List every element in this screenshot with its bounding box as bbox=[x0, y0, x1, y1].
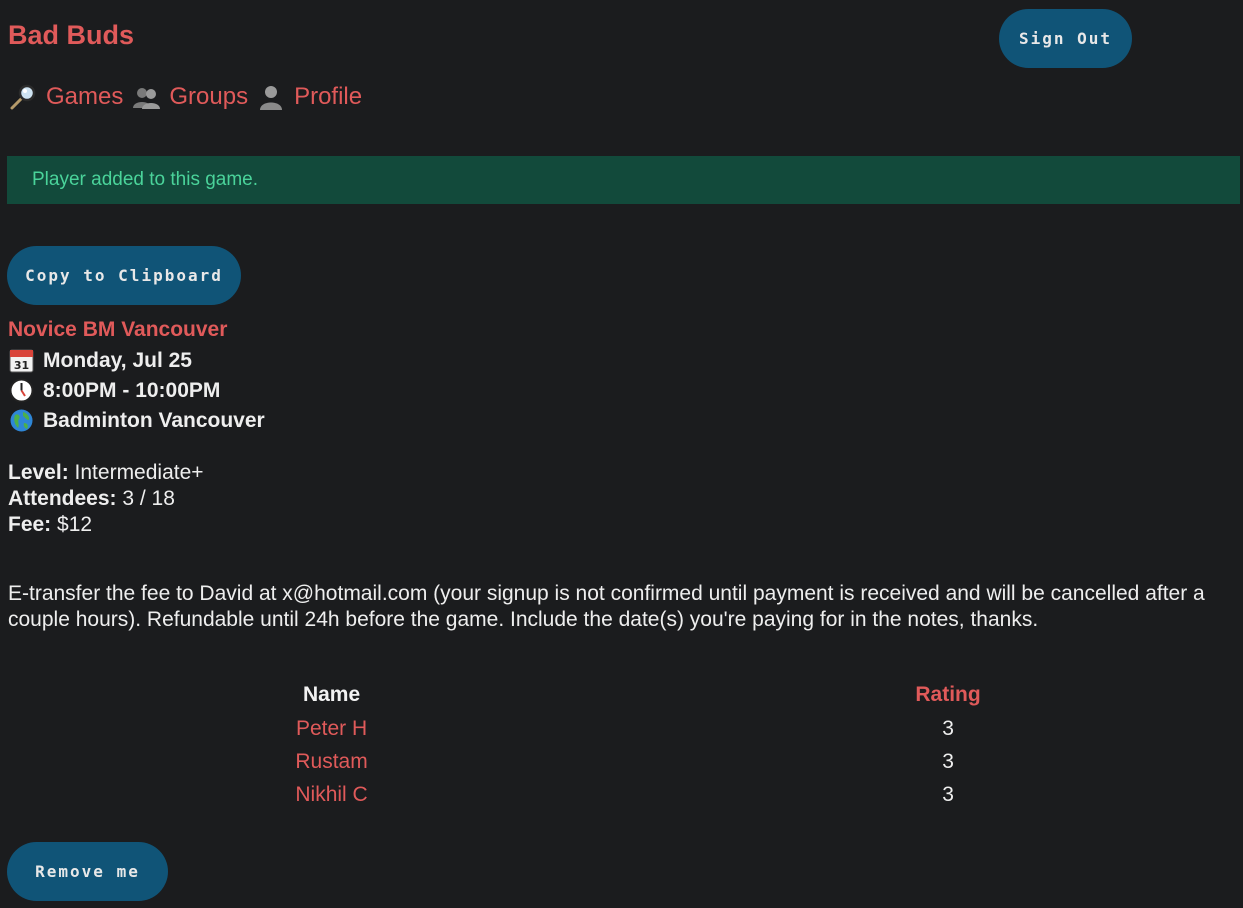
level-value: Intermediate+ bbox=[74, 461, 204, 484]
clock-icon bbox=[8, 377, 35, 404]
player-rating: 3 bbox=[942, 749, 954, 773]
magnifier-icon bbox=[8, 82, 38, 112]
sign-out-button[interactable]: Sign Out bbox=[999, 9, 1132, 68]
attendees-value: 3 / 18 bbox=[122, 487, 175, 510]
attendees-line: Attendees: 3 / 18 bbox=[8, 486, 204, 512]
player-name-link[interactable]: Peter H bbox=[8, 712, 655, 745]
fee-line: Fee: $12 bbox=[8, 512, 204, 538]
player-rating: 3 bbox=[942, 782, 954, 806]
person-icon bbox=[256, 82, 286, 112]
game-date-row: 31 Monday, Jul 25 bbox=[8, 347, 192, 374]
fee-label: Fee: bbox=[8, 513, 52, 536]
game-title: Novice BM Vancouver bbox=[8, 318, 228, 341]
nav-link-games[interactable]: Games bbox=[46, 83, 123, 111]
nav-link-groups[interactable]: Groups bbox=[169, 83, 248, 111]
name-column-header[interactable]: Name bbox=[8, 678, 655, 712]
attendees-label: Attendees: bbox=[8, 487, 117, 510]
payment-notes: E-transfer the fee to David at x@hotmail… bbox=[8, 582, 1205, 631]
page: Bad Buds Sign Out Games Groups Profile P… bbox=[0, 0, 1243, 908]
roster-header-row: Name Rating bbox=[8, 678, 1241, 712]
fee-value: $12 bbox=[57, 513, 93, 536]
copy-to-clipboard-button[interactable]: Copy to Clipboard bbox=[7, 246, 241, 305]
main-nav: Games Groups Profile bbox=[8, 82, 362, 112]
success-alert: Player added to this game. bbox=[7, 156, 1240, 204]
remove-me-button[interactable]: Remove me bbox=[7, 842, 168, 901]
table-row: Peter H 3 bbox=[8, 712, 1241, 745]
game-location-row: Badminton Vancouver bbox=[8, 407, 265, 434]
level-line: Level: Intermediate+ bbox=[8, 460, 204, 486]
people-icon bbox=[131, 82, 161, 112]
roster-table: Name Rating Peter H 3 Rustam 3 Nikhil C … bbox=[8, 678, 1241, 811]
game-time: 8:00PM - 10:00PM bbox=[43, 378, 221, 402]
app-title[interactable]: Bad Buds bbox=[8, 20, 134, 51]
globe-icon bbox=[8, 407, 35, 434]
game-details: Level: Intermediate+ Attendees: 3 / 18 F… bbox=[8, 460, 204, 538]
game-location: Badminton Vancouver bbox=[43, 408, 265, 432]
svg-text:31: 31 bbox=[14, 359, 29, 372]
nav-link-profile[interactable]: Profile bbox=[294, 83, 362, 111]
rating-column-header[interactable]: Rating bbox=[655, 678, 1241, 712]
level-label: Level: bbox=[8, 461, 69, 484]
game-time-row: 8:00PM - 10:00PM bbox=[8, 377, 220, 404]
player-name-link[interactable]: Rustam bbox=[8, 745, 655, 778]
table-row: Nikhil C 3 bbox=[8, 778, 1241, 811]
player-name-link[interactable]: Nikhil C bbox=[8, 778, 655, 811]
game-date: Monday, Jul 25 bbox=[43, 348, 192, 372]
table-row: Rustam 3 bbox=[8, 745, 1241, 778]
calendar-icon: 31 bbox=[8, 347, 35, 374]
player-rating: 3 bbox=[942, 716, 954, 740]
